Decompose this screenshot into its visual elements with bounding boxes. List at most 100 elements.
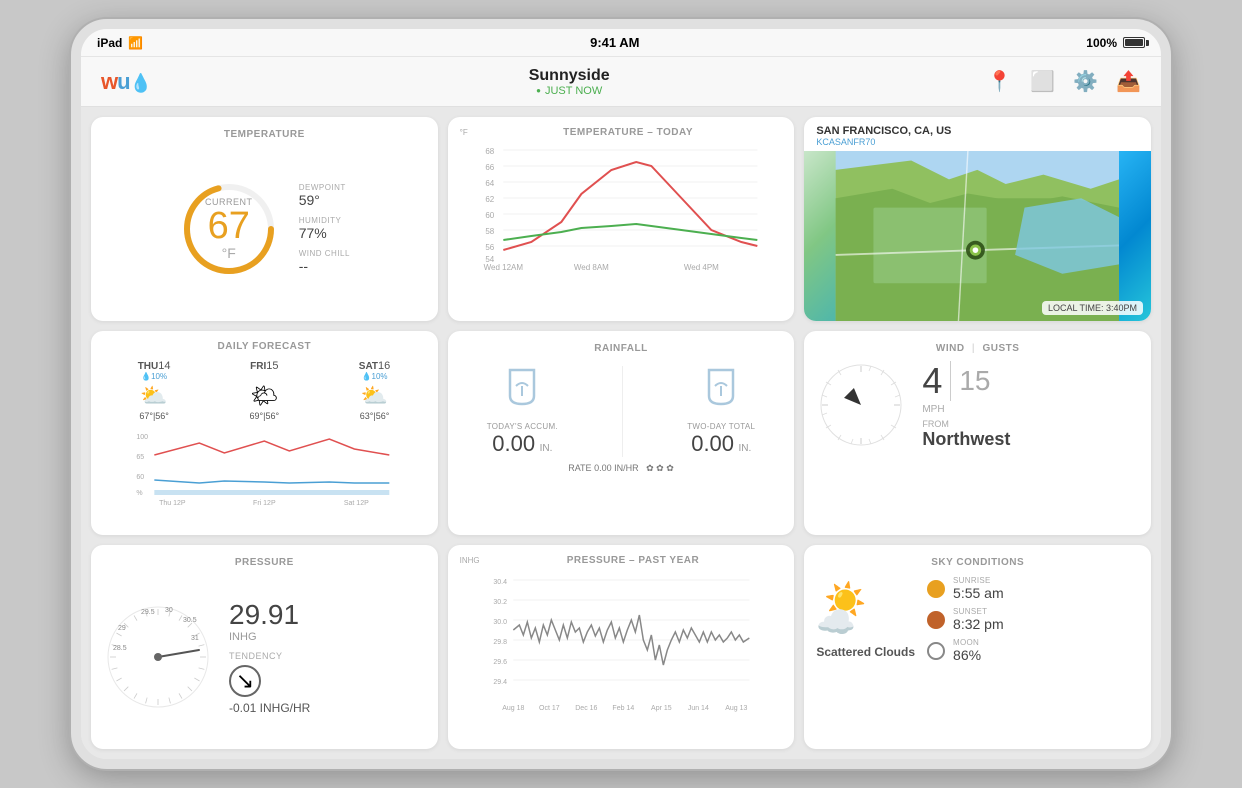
daily-forecast-card: DAILY FORECAST THU 14 💧10% ⛅ 67°|56° FRI… <box>91 331 438 535</box>
svg-text:66: 66 <box>485 163 494 172</box>
share-icon[interactable]: ⬜ <box>1030 69 1055 94</box>
nav-bar: wu💧 Sunnyside JUST NOW 📍 ⬜ ⚙️ 📤 <box>81 57 1161 107</box>
sunrise-info: SUNRISE 5:55 am <box>953 576 1004 601</box>
sunrise-value: 5:55 am <box>953 585 1004 601</box>
thu-icon: ⛅ <box>101 383 207 409</box>
wifi-icon: 📶 <box>128 36 143 50</box>
pressure-chart-y-label: INHG <box>460 556 480 565</box>
svg-text:Feb 14: Feb 14 <box>612 705 634 712</box>
dewpoint-label: DEWPOINT <box>299 183 350 192</box>
svg-text:29.4: 29.4 <box>493 679 507 686</box>
update-status: JUST NOW <box>529 85 610 97</box>
wind-gust-value: 15 <box>959 365 990 397</box>
temp-chart-svg: 68 66 64 62 60 58 56 54 <box>460 142 783 272</box>
twoday-value-row: 0.00 IN. <box>687 431 755 457</box>
sat-precip: 💧10% <box>321 372 427 381</box>
forecast-day-sat: SAT 16 💧10% ⛅ 63°|56° <box>321 360 427 421</box>
map-card: SAN FRANCISCO, CA, US KCASANFR70 <box>804 117 1151 321</box>
location-icon[interactable]: 📍 <box>987 69 1012 94</box>
svg-text:60: 60 <box>485 211 494 220</box>
svg-text:64: 64 <box>485 179 494 188</box>
pressure-unit: INHG <box>229 631 426 643</box>
thu-num: 14 <box>158 360 170 372</box>
svg-text:28.5: 28.5 <box>113 645 127 652</box>
svg-text:29: 29 <box>118 625 126 632</box>
dewpoint-value: 59° <box>299 192 350 208</box>
humidity-stat: HUMIDITY 77% <box>299 216 350 241</box>
temperature-value: 67 <box>205 207 253 245</box>
svg-text:30.5: 30.5 <box>183 617 197 624</box>
pressure-value: 29.91 <box>229 599 426 631</box>
svg-text:65: 65 <box>136 454 144 461</box>
settings-icon[interactable]: ⚙️ <box>1073 69 1098 94</box>
pressure-chart-card: INHG PRESSURE – PAST YEAR 30.4 30.2 30.0… <box>448 545 795 749</box>
status-left: iPad 📶 <box>97 36 143 50</box>
dewpoint-stat: DEWPOINT 59° <box>299 183 350 208</box>
sunrise-detail: SUNRISE 5:55 am <box>927 576 1139 601</box>
wind-direction: Northwest <box>922 429 1139 450</box>
wind-content: 4 15 MPH FROM Northwest <box>816 360 1139 450</box>
svg-text:%: % <box>136 490 142 497</box>
svg-text:31: 31 <box>191 635 199 642</box>
map-header: SAN FRANCISCO, CA, US KCASANFR70 <box>804 117 1151 151</box>
rainfall-rate: RATE 0.00 IN/HR ✿ ✿ ✿ <box>460 463 783 474</box>
rate-unit: IN/HR <box>614 463 639 473</box>
svg-text:Wed 12AM: Wed 12AM <box>483 263 523 272</box>
sky-details: SUNRISE 5:55 am SUNSET 8:32 pm <box>927 576 1139 663</box>
svg-text:Jun 14: Jun 14 <box>687 705 708 712</box>
forecast-chart-area: 100 65 60 % Thu 12P Fri 12P Sat 12P <box>101 421 428 525</box>
pressure-readings: 29.91 INHG TENDENCY ↘ -0.01 INHG/HR <box>229 599 426 715</box>
fri-temps: 69°|56° <box>211 411 317 421</box>
svg-text:58: 58 <box>485 227 494 236</box>
sky-conditions-card: SKY CONDITIONS ☀️ ☁️ Scattered Clouds SU… <box>804 545 1151 749</box>
svg-text:29.5: 29.5 <box>141 609 155 616</box>
thu-name: THU <box>138 361 159 372</box>
temperature-card: TEMPERATURE CURRENT 67 °F DEWPOINT <box>91 117 438 321</box>
today-value-row: 0.00 IN. <box>487 431 558 457</box>
device-model: iPad <box>97 36 122 50</box>
temp-chart-title: TEMPERATURE – TODAY <box>474 127 783 138</box>
svg-text:60: 60 <box>136 474 144 481</box>
rate-label: RATE <box>568 463 591 473</box>
rainfall-twoday: TWO-DAY TOTAL 0.00 IN. <box>687 366 755 457</box>
svg-text:Dec 16: Dec 16 <box>575 705 597 712</box>
rainfall-divider <box>622 366 623 457</box>
status-time: 9:41 AM <box>590 35 639 50</box>
sunset-info: SUNSET 8:32 pm <box>953 607 1004 632</box>
pressure-card-title: PRESSURE <box>103 557 426 568</box>
today-accum-value: 0.00 <box>492 431 535 456</box>
thu-precip: 💧10% <box>101 372 207 381</box>
nav-location-area: Sunnyside JUST NOW <box>529 67 610 97</box>
sky-condition-text: Scattered Clouds <box>816 645 915 659</box>
tendency-value: -0.01 INHG/HR <box>229 701 426 715</box>
map-timestamp: LOCAL TIME: 3:40PM <box>1042 301 1143 315</box>
today-accum-unit: IN. <box>540 443 553 454</box>
svg-text:29.8: 29.8 <box>493 639 507 646</box>
status-bar: iPad 📶 9:41 AM 100% <box>81 29 1161 57</box>
nav-actions: 📍 ⬜ ⚙️ 📤 <box>987 69 1141 94</box>
sunrise-label: SUNRISE <box>953 576 1004 585</box>
wind-unit: MPH <box>922 404 1139 415</box>
rainfall-content: TODAY'S ACCUM. 0.00 IN. <box>460 362 783 457</box>
svg-text:30: 30 <box>165 607 173 614</box>
forecast-day-thu: THU 14 💧10% ⛅ 67°|56° <box>101 360 207 421</box>
fri-icon: 🌤 <box>211 383 317 409</box>
app-logo: wu💧 <box>101 69 151 95</box>
sat-num: 16 <box>378 360 390 372</box>
rainfall-card-title: RAINFALL <box>460 343 783 354</box>
wind-speed-divider <box>950 361 951 401</box>
fri-num: 15 <box>266 360 278 372</box>
temperature-main: CURRENT 67 °F DEWPOINT 59° HUMIDITY 77% <box>103 148 426 309</box>
wind-values: 4 15 MPH FROM Northwest <box>922 360 1139 450</box>
svg-text:100: 100 <box>136 434 148 441</box>
rainfall-twoday-icon <box>687 366 755 418</box>
battery-icon <box>1123 37 1145 48</box>
temp-chart-y-label: °F <box>460 128 468 137</box>
pressure-chart-title: PRESSURE – PAST YEAR <box>484 555 783 566</box>
fri-precip: - <box>211 372 317 381</box>
svg-text:Thu 12P: Thu 12P <box>159 500 186 505</box>
pressure-chart-svg: 30.4 30.2 30.0 29.8 29.6 29.4 Aug 18 Oct… <box>460 570 783 720</box>
export-icon[interactable]: 📤 <box>1116 69 1141 94</box>
svg-text:Aug 18: Aug 18 <box>502 705 524 712</box>
wind-chill-label: WIND CHILL <box>299 249 350 258</box>
